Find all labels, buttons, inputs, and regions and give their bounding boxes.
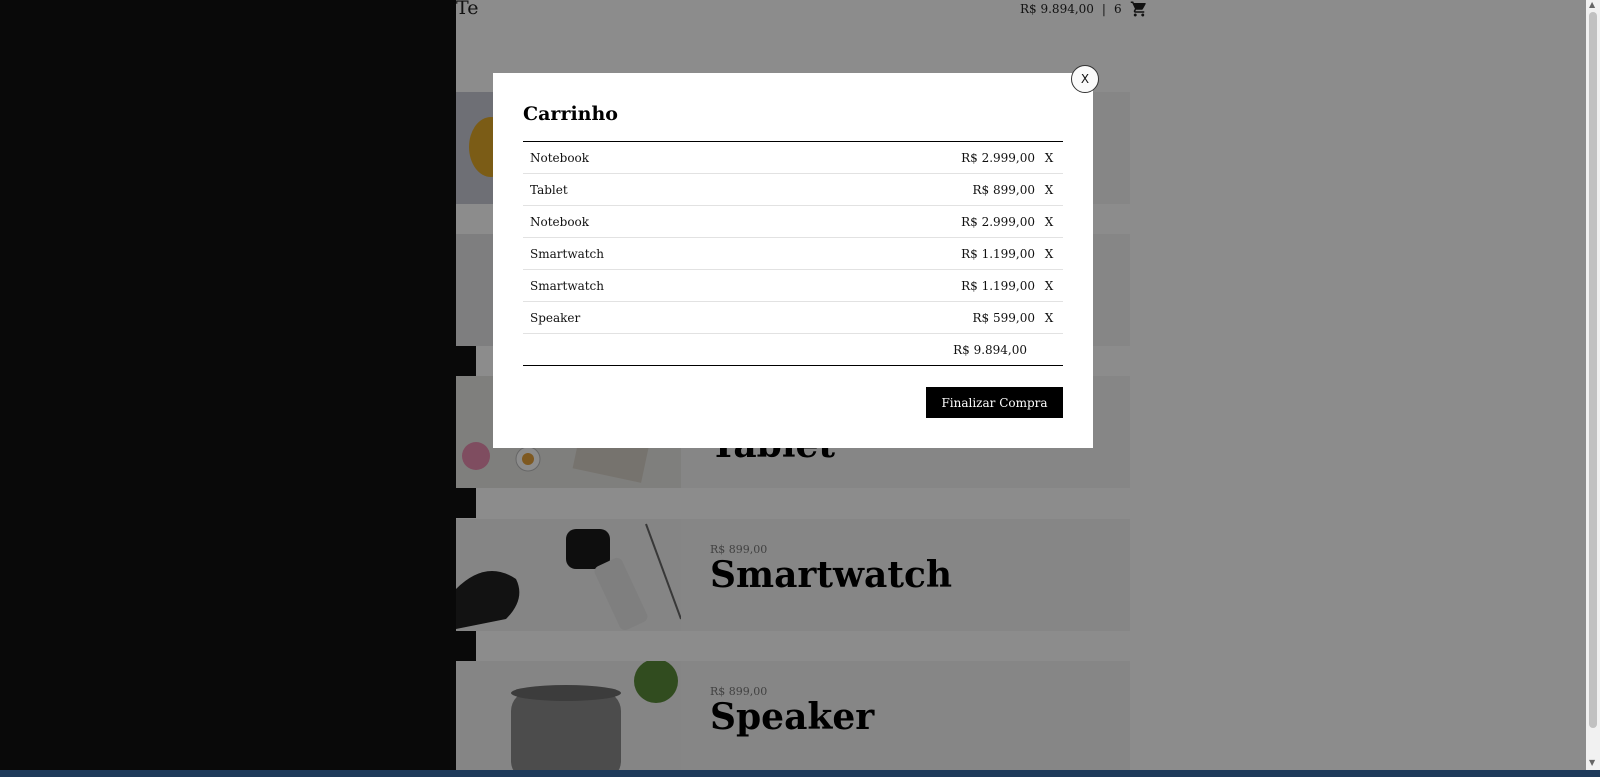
- scrollbar-thumb[interactable]: [1589, 12, 1597, 728]
- cart-item-row: Smartwatch R$ 1.199,00 X: [523, 270, 1063, 302]
- cart-total-row: R$ 9.894,00: [523, 334, 1063, 366]
- cart-item-row: Speaker R$ 599,00 X: [523, 302, 1063, 334]
- scroll-up-icon[interactable]: ▲: [1589, 0, 1595, 9]
- cart-title: Carrinho: [523, 103, 618, 125]
- cart-modal: Carrinho Notebook R$ 2.999,00 X Tablet R…: [493, 73, 1093, 448]
- cart-item-row: Smartwatch R$ 1.199,00 X: [523, 238, 1063, 270]
- cart-item-price: R$ 899,00: [972, 182, 1035, 197]
- cart-item-name: Smartwatch: [530, 278, 605, 293]
- cart-total: R$ 9.894,00: [953, 342, 1027, 357]
- cart-item-price: R$ 1.199,00: [961, 278, 1035, 293]
- cart-item-price: R$ 1.199,00: [961, 246, 1035, 261]
- checkout-button[interactable]: Finalizar Compra: [926, 387, 1063, 418]
- scrollbar[interactable]: ▲ ▼: [1586, 0, 1600, 770]
- cart-item-price: R$ 2.999,00: [961, 214, 1035, 229]
- cart-item-price: R$ 599,00: [972, 310, 1035, 325]
- cart-item-name: Notebook: [530, 214, 590, 229]
- cart-item-name: Smartwatch: [530, 246, 605, 261]
- cart-item-price: R$ 2.999,00: [961, 150, 1035, 165]
- cart-item-name: Tablet: [530, 182, 568, 197]
- cart-item-name: Notebook: [530, 150, 590, 165]
- remove-item-button[interactable]: X: [1035, 183, 1063, 197]
- remove-item-button[interactable]: X: [1035, 311, 1063, 325]
- close-modal-button[interactable]: X: [1071, 65, 1099, 93]
- cart-items-list: Notebook R$ 2.999,00 X Tablet R$ 899,00 …: [523, 142, 1063, 366]
- remove-item-button[interactable]: X: [1035, 215, 1063, 229]
- taskbar: [0, 770, 1600, 777]
- cart-item-row: Notebook R$ 2.999,00 X: [523, 142, 1063, 174]
- cart-item-row: Notebook R$ 2.999,00 X: [523, 206, 1063, 238]
- cart-item-row: Tablet R$ 899,00 X: [523, 174, 1063, 206]
- remove-item-button[interactable]: X: [1035, 279, 1063, 293]
- scroll-down-icon[interactable]: ▼: [1589, 758, 1595, 767]
- remove-item-button[interactable]: X: [1035, 151, 1063, 165]
- remove-item-button[interactable]: X: [1035, 247, 1063, 261]
- cart-item-name: Speaker: [530, 310, 581, 325]
